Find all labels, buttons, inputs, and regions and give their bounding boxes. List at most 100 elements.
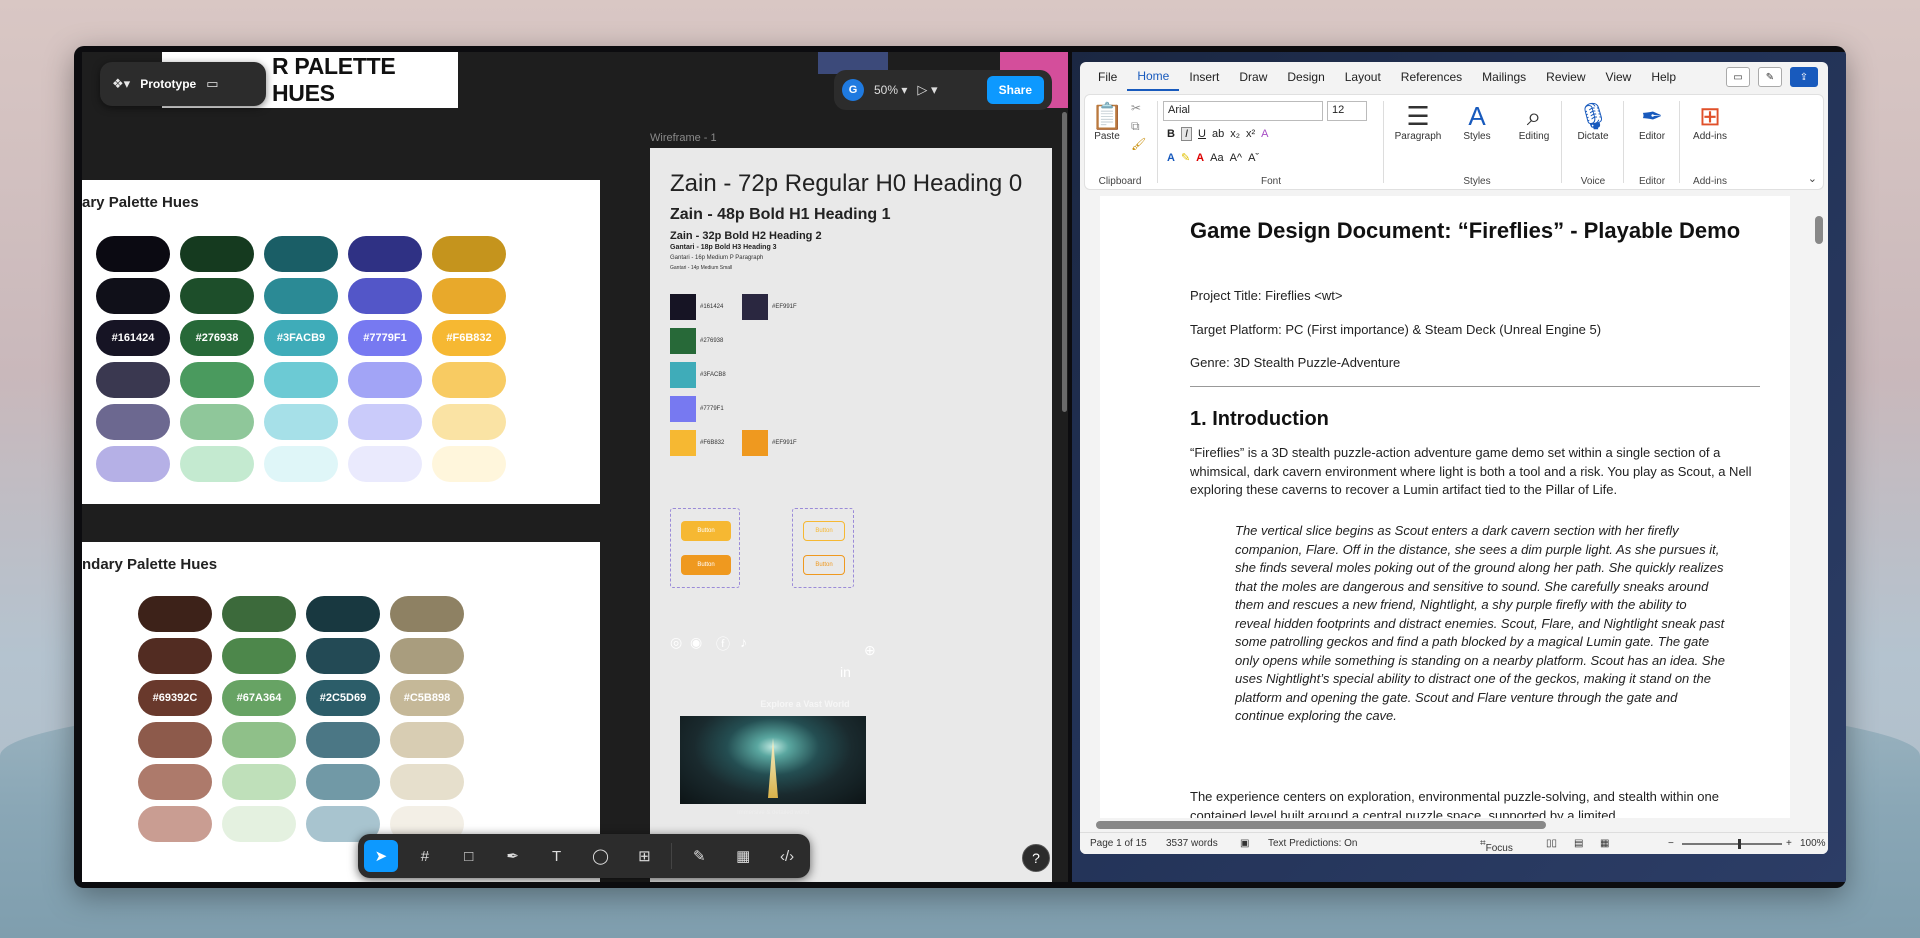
- color-swatch[interactable]: [138, 596, 212, 632]
- color-swatch[interactable]: [96, 446, 170, 482]
- primary-palette-card[interactable]: ary Palette Hues #161424 #276938 #3FACB9 #7…: [82, 180, 600, 504]
- text-effects-icon[interactable]: A: [1167, 152, 1175, 164]
- color-swatch[interactable]: [306, 638, 380, 674]
- wireframe-frame[interactable]: Zain - 72p Regular H0 Heading 0 Zain - 4…: [650, 148, 1052, 882]
- vertical-slice-quote[interactable]: The vertical slice begins as Scout enter…: [1235, 522, 1725, 726]
- introduction-heading[interactable]: 1. Introduction: [1190, 408, 1329, 431]
- color-swatch[interactable]: #C5B898: [390, 680, 464, 716]
- wireframe-color-swatch[interactable]: [670, 328, 696, 354]
- color-swatch[interactable]: [138, 806, 212, 842]
- color-swatch[interactable]: [222, 596, 296, 632]
- grow-font-icon[interactable]: A^: [1230, 152, 1243, 164]
- tab-mailings[interactable]: Mailings: [1472, 62, 1536, 92]
- canvas-scrollbar[interactable]: [1062, 112, 1067, 412]
- zoom-slider-knob[interactable]: [1738, 839, 1741, 849]
- cut-icon[interactable]: ✂: [1131, 101, 1141, 115]
- tab-home[interactable]: Home: [1127, 63, 1180, 91]
- color-swatch[interactable]: #161424: [96, 320, 170, 356]
- color-swatch[interactable]: [180, 278, 254, 314]
- color-swatch[interactable]: #7779F1: [348, 320, 422, 356]
- panel-toggle-icon[interactable]: ▭: [206, 76, 218, 92]
- genre-line[interactable]: Genre: 3D Stealth Puzzle-Adventure: [1190, 355, 1400, 370]
- horizontal-scrollbar[interactable]: [1080, 818, 1828, 832]
- wireframe-color-swatch[interactable]: [742, 294, 768, 320]
- color-swatch[interactable]: [180, 362, 254, 398]
- color-swatch[interactable]: [138, 638, 212, 674]
- primary-button-hover-sample[interactable]: Button: [681, 555, 731, 575]
- color-swatch[interactable]: [432, 446, 506, 482]
- share-button[interactable]: Share: [986, 76, 1044, 104]
- dictate-button[interactable]: 🎙 Dictate: [1569, 101, 1617, 142]
- color-swatch[interactable]: [138, 764, 212, 800]
- clear-format-icon[interactable]: A: [1261, 128, 1268, 140]
- project-title-line[interactable]: Project Title: Fireflies <wt>: [1190, 288, 1342, 303]
- document-area[interactable]: Game Design Document: “Fireflies” - Play…: [1080, 196, 1828, 818]
- color-swatch[interactable]: [432, 236, 506, 272]
- primary-button-sample[interactable]: Button: [681, 521, 731, 541]
- strikethrough-icon[interactable]: ab: [1212, 128, 1224, 140]
- zoom-level[interactable]: 100%: [1800, 838, 1826, 849]
- color-swatch[interactable]: [96, 278, 170, 314]
- zoom-out-icon[interactable]: −: [1668, 838, 1674, 849]
- move-tool-icon[interactable]: ➤: [364, 840, 398, 872]
- dev-mode-icon[interactable]: ‹/›: [770, 840, 804, 872]
- horizontal-scroll-thumb[interactable]: [1096, 821, 1546, 829]
- shape-tool-icon[interactable]: □: [452, 840, 486, 872]
- color-swatch[interactable]: [222, 638, 296, 674]
- color-swatch[interactable]: [348, 278, 422, 314]
- shrink-font-icon[interactable]: Aˇ: [1248, 152, 1259, 164]
- color-swatch[interactable]: [348, 404, 422, 440]
- color-swatch[interactable]: [264, 362, 338, 398]
- figma-menu-icon[interactable]: ❖▾: [112, 76, 130, 92]
- font-size-select[interactable]: 12: [1327, 101, 1367, 121]
- color-swatch[interactable]: [264, 236, 338, 272]
- comments-icon[interactable]: ▭: [1726, 67, 1750, 87]
- linkedin-icon[interactable]: in: [840, 664, 851, 680]
- color-swatch[interactable]: [306, 722, 380, 758]
- color-swatch[interactable]: [222, 764, 296, 800]
- pen-tool-icon[interactable]: ✒: [496, 840, 530, 872]
- document-page[interactable]: Game Design Document: “Fireflies” - Play…: [1100, 196, 1790, 818]
- draw-mode-icon[interactable]: ✎: [682, 840, 716, 872]
- editing-button[interactable]: ⌕ Editing: [1511, 101, 1557, 142]
- color-swatch[interactable]: [180, 236, 254, 272]
- vertical-scroll-thumb[interactable]: [1815, 216, 1823, 244]
- secondary-palette-card[interactable]: ndary Palette Hues #69392C #67A364 #2C5D69…: [82, 542, 600, 882]
- document-title[interactable]: Game Design Document: “Fireflies” - Play…: [1190, 216, 1750, 246]
- wireframe-color-swatch[interactable]: [670, 294, 696, 320]
- format-painter-icon[interactable]: 🖌: [1131, 137, 1146, 151]
- font-name-select[interactable]: Arial: [1163, 101, 1323, 121]
- text-predictions[interactable]: Text Predictions: On: [1268, 838, 1357, 849]
- wireframe-color-swatch[interactable]: [742, 430, 768, 456]
- outline-button-hover-sample[interactable]: Button: [803, 555, 845, 575]
- collapse-ribbon-icon[interactable]: ⌄: [1808, 172, 1817, 185]
- tab-draw[interactable]: Draw: [1229, 62, 1277, 92]
- color-swatch[interactable]: [96, 236, 170, 272]
- discord-icon[interactable]: ◉: [690, 634, 702, 651]
- superscript-icon[interactable]: x²: [1246, 128, 1255, 140]
- tiktok-icon[interactable]: ♪: [740, 634, 747, 650]
- vertical-scrollbar[interactable]: [1812, 196, 1826, 818]
- web-layout-icon[interactable]: ▦: [1600, 838, 1609, 849]
- facebook-icon[interactable]: ⓕ: [716, 634, 730, 654]
- subscript-icon[interactable]: x₂: [1230, 128, 1240, 140]
- tab-file[interactable]: File: [1088, 62, 1127, 92]
- color-swatch[interactable]: [348, 236, 422, 272]
- color-swatch[interactable]: [306, 596, 380, 632]
- figma-canvas[interactable]: R PALETTE HUES ❖▾ Prototype ▭ G 50% ▾ ▷ …: [82, 52, 1068, 882]
- color-swatch[interactable]: #F6B832: [432, 320, 506, 356]
- copy-icon[interactable]: ⧉: [1131, 119, 1140, 134]
- italic-icon[interactable]: I: [1180, 127, 1193, 141]
- target-platform-line[interactable]: Target Platform: PC (First importance) &…: [1190, 322, 1601, 337]
- tab-help[interactable]: Help: [1641, 62, 1686, 92]
- instagram-icon[interactable]: ◎: [670, 634, 682, 651]
- mode-label[interactable]: Prototype: [140, 77, 196, 91]
- color-swatch[interactable]: [432, 362, 506, 398]
- tab-design[interactable]: Design: [1277, 62, 1334, 92]
- proofing-icon[interactable]: ▣: [1240, 838, 1249, 849]
- color-swatch[interactable]: [264, 404, 338, 440]
- color-swatch[interactable]: [390, 638, 464, 674]
- actions-icon[interactable]: ⊞: [627, 840, 661, 872]
- bold-icon[interactable]: B: [1167, 128, 1175, 140]
- color-swatch[interactable]: [390, 596, 464, 632]
